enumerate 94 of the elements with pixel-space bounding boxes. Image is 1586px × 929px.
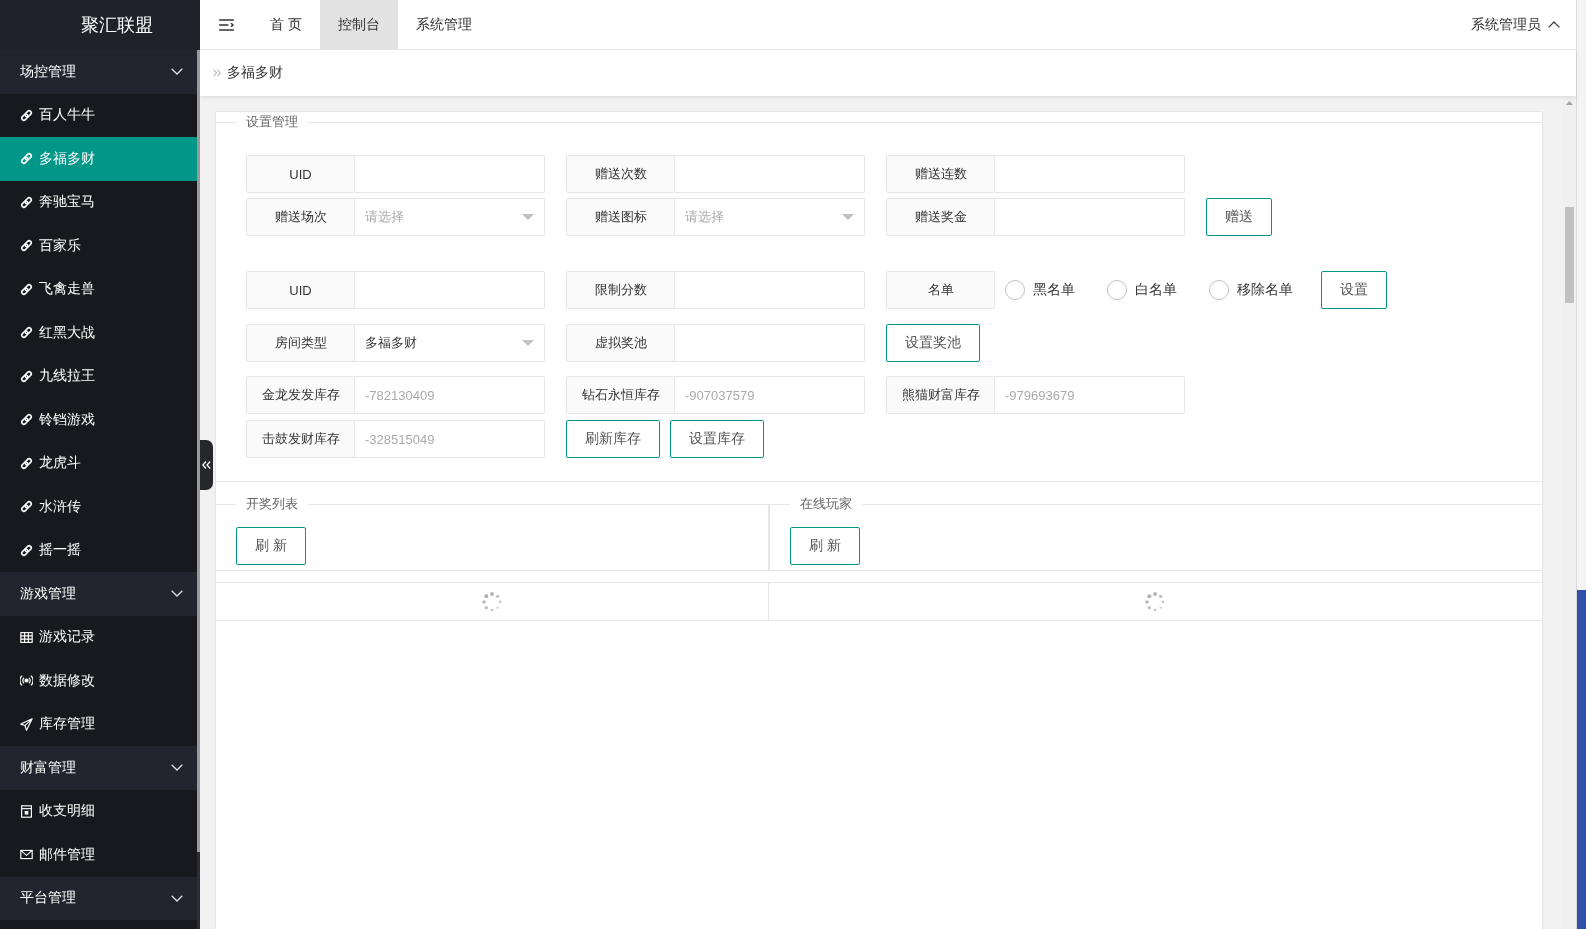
field-label: 房间类型 (246, 324, 355, 362)
field-label: 赠送场次 (246, 198, 355, 236)
menu-group-header[interactable]: 财富管理 (0, 746, 197, 790)
menu-group-header[interactable]: 游戏管理 (0, 572, 197, 616)
link-icon (20, 108, 33, 122)
link-icon (20, 543, 33, 557)
field-label: 钻石永恒库存 (566, 376, 675, 414)
double-chevron-left-icon (202, 461, 211, 469)
panel-legend: 在线玩家 (789, 496, 862, 512)
nav-item[interactable]: 龙虎斗 (0, 441, 197, 485)
breadcrumb-item: 多福多财 (227, 64, 283, 82)
field-label: 击鼓发财库存 (246, 420, 355, 458)
input-field[interactable] (355, 155, 545, 193)
nav-item[interactable]: 九线拉王 (0, 354, 197, 398)
field-label: 赠送连数 (886, 155, 995, 193)
link-icon (20, 195, 33, 209)
nav-item[interactable]: 收支明细 (0, 789, 197, 833)
action-button[interactable]: 设置奖池 (886, 324, 980, 362)
select-field[interactable]: 多福多财 (355, 324, 545, 362)
input-field[interactable] (675, 271, 865, 309)
nav-item[interactable]: 百家乐 (0, 224, 197, 268)
ledger-icon (20, 804, 33, 818)
scroll-up-arrow-icon[interactable] (1566, 101, 1573, 105)
field-label: 限制分数 (566, 271, 675, 309)
link-icon (20, 369, 33, 383)
caret-down-icon (522, 214, 534, 220)
link-icon (20, 413, 33, 427)
scrollbar-thumb[interactable] (197, 50, 200, 852)
nav-item[interactable]: 铃铛游戏 (0, 398, 197, 442)
input-field[interactable] (675, 155, 865, 193)
action-button[interactable]: 设置 (1321, 271, 1387, 309)
action-button[interactable]: 设置库存 (670, 420, 764, 458)
panel-legend: 设置管理 (236, 114, 308, 130)
field-label: 名单 (886, 271, 995, 309)
field-label: 金龙发发库存 (246, 376, 355, 414)
field-label: UID (246, 155, 355, 193)
nav-item[interactable]: 多福多财 (0, 137, 197, 181)
nav-item[interactable]: 数据修改 (0, 659, 197, 703)
chevron-down-icon (171, 764, 183, 772)
field-label: 赠送奖金 (886, 198, 995, 236)
field-label: 赠送次数 (566, 155, 675, 193)
nav-item[interactable]: 飞禽走兽 (0, 267, 197, 311)
nav-item[interactable]: 邮件管理 (0, 833, 197, 877)
panel-legend: 开奖列表 (236, 496, 308, 512)
action-button[interactable]: 刷新库存 (566, 420, 660, 458)
radio-option[interactable]: 白名单 (1107, 280, 1177, 300)
caret-up-icon (1548, 21, 1560, 28)
field-label: 赠送图标 (566, 198, 675, 236)
nav-item[interactable]: 库存管理 (0, 702, 197, 746)
nav-item[interactable]: 游戏记录 (0, 615, 197, 659)
menu-group-header[interactable]: 平台管理 (0, 876, 197, 920)
nav-item[interactable]: 摇一摇 (0, 528, 197, 572)
radio-option[interactable]: 移除名单 (1209, 280, 1293, 300)
input-field[interactable] (355, 271, 545, 309)
nav-item[interactable]: 奔驰宝马 (0, 180, 197, 224)
input-field[interactable] (995, 198, 1185, 236)
nav-tab[interactable]: 系统管理 (397, 0, 490, 49)
menu-group-header[interactable]: 场控管理 (0, 50, 197, 94)
logo: 聚汇联盟 (0, 0, 200, 50)
link-icon (20, 239, 33, 253)
broadcast-icon (20, 674, 33, 688)
refresh-button[interactable]: 刷 新 (236, 527, 306, 565)
link-icon (20, 456, 33, 470)
paper-plane-icon (20, 717, 33, 731)
chevron-down-icon (171, 68, 183, 76)
nav-item[interactable]: 红黑大战 (0, 311, 197, 355)
nav-item[interactable]: 水浒传 (0, 485, 197, 529)
link-icon (20, 326, 33, 340)
scrollbar-thumb[interactable] (1565, 207, 1574, 303)
chevron-down-icon (171, 894, 183, 902)
refresh-button[interactable]: 刷 新 (789, 527, 860, 565)
caret-down-icon (522, 340, 534, 346)
link-icon (20, 282, 33, 296)
link-icon (20, 152, 33, 166)
nav-tab[interactable]: 首 页 (252, 0, 320, 49)
radio-option[interactable]: 黑名单 (1005, 280, 1075, 300)
link-icon (20, 500, 33, 514)
double-chevron-right-icon (213, 69, 221, 77)
caret-down-icon (842, 214, 854, 220)
action-button[interactable]: 赠送 (1206, 198, 1272, 236)
scrollbar-track[interactable] (1563, 96, 1576, 929)
user-menu[interactable]: 系统管理员 (1471, 0, 1576, 49)
nav-item[interactable]: 百人牛牛 (0, 93, 197, 137)
envelope-icon (20, 848, 33, 862)
field-label: UID (246, 271, 355, 309)
nav-tab[interactable]: 控制台 (319, 0, 398, 49)
input-field[interactable] (675, 324, 865, 362)
field-label: 熊猫财富库存 (886, 376, 995, 414)
chevron-down-icon (171, 590, 183, 598)
input-field[interactable] (995, 155, 1185, 193)
grid-icon (20, 630, 33, 644)
field-label: 虚拟奖池 (566, 324, 675, 362)
collapse-sidebar-button[interactable] (200, 440, 213, 490)
menu-icon[interactable] (218, 18, 234, 31)
